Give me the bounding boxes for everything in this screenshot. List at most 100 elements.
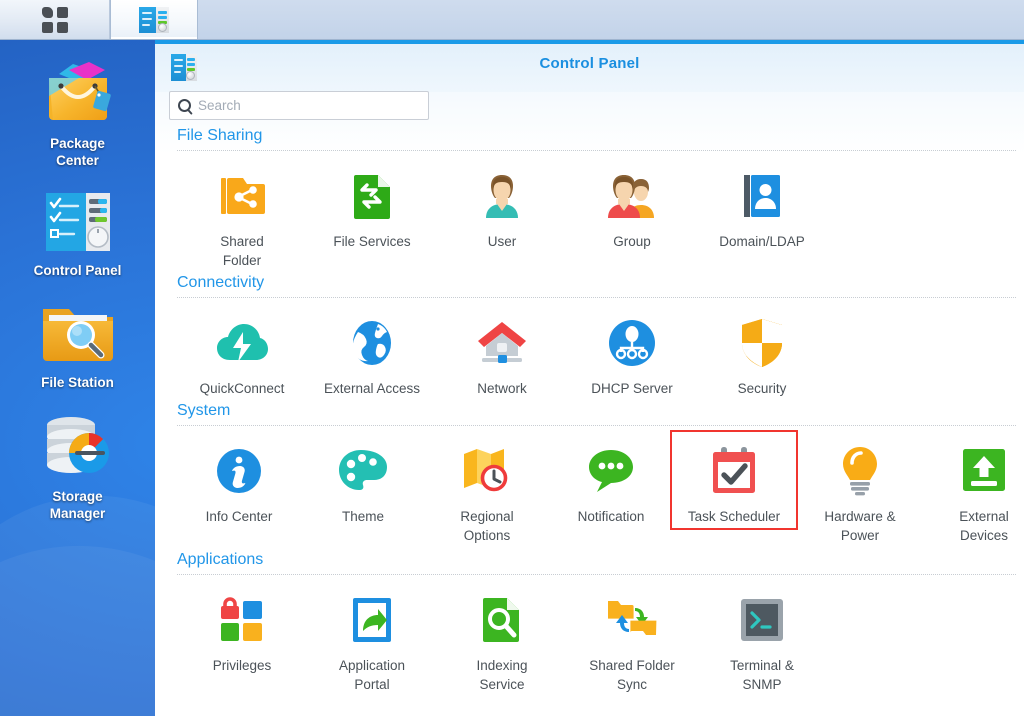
section-heading: System	[177, 402, 231, 419]
tile-dhcp-server[interactable]: DHCP Server	[567, 302, 697, 400]
shared-folder-sync-icon	[608, 601, 657, 635]
section-tile-row: Shared Folder File Services User Group D…	[177, 155, 1024, 272]
tile-label: Application Portal	[338, 658, 406, 692]
quickconnect-icon	[217, 324, 268, 362]
tile-label: User	[487, 234, 517, 249]
section-divider	[177, 150, 1016, 151]
search-container	[169, 91, 429, 120]
tile-terminal-snmp[interactable]: Terminal & SNMP	[697, 579, 827, 696]
control-panel-icon	[45, 193, 110, 251]
show-desktop-button[interactable]	[0, 0, 110, 39]
section-heading: Applications	[177, 551, 264, 568]
desktop-shortcut-package-center[interactable]: Package Center	[0, 40, 155, 169]
group-icon	[608, 175, 654, 218]
section-file-sharing: File Sharing Shared Folder File Services…	[177, 127, 1024, 272]
package-center-icon	[48, 62, 111, 120]
tile-application-portal[interactable]: Application Portal	[307, 579, 437, 696]
section-divider	[177, 425, 1016, 426]
tile-external-access[interactable]: External Access	[307, 302, 437, 400]
file-station-icon	[42, 309, 113, 361]
info-center-icon	[217, 449, 261, 493]
tile-label: QuickConnect	[199, 381, 285, 396]
application-portal-icon	[353, 598, 391, 642]
tile-indexing-service[interactable]: Indexing Service	[437, 579, 567, 696]
indexing-service-icon	[483, 598, 519, 642]
network-icon	[478, 322, 526, 363]
tile-label: External Access	[323, 381, 421, 396]
tile-info-center[interactable]: Info Center	[177, 430, 301, 528]
section-tile-row: QuickConnect External Access Network DHC…	[177, 302, 1024, 400]
section-connectivity: Connectivity QuickConnect External Acces…	[177, 274, 1024, 400]
search-icon	[178, 99, 191, 112]
section-tile-row: Privileges Application Portal Indexing S…	[177, 579, 1024, 696]
desktop-shortcut-control-panel[interactable]: Control Panel	[0, 169, 155, 279]
tile-label: Regional Options	[460, 509, 514, 543]
security-icon	[742, 319, 782, 367]
tile-label: Security	[737, 381, 787, 396]
shared-folder-icon	[221, 178, 265, 214]
tile-label: Hardware & Power	[824, 509, 896, 543]
tile-privileges[interactable]: Privileges	[177, 579, 307, 677]
desktop-shortcut-label: Package Center	[50, 136, 105, 168]
tile-label: Shared Folder Sync	[589, 658, 675, 692]
taskbar-empty-area	[198, 0, 1024, 39]
desktop-shortcut-storage-manager[interactable]: Storage Manager	[0, 391, 155, 522]
tile-label: Theme	[341, 509, 385, 524]
tile-network[interactable]: Network	[437, 302, 567, 400]
tile-label: Task Scheduler	[687, 509, 781, 524]
external-devices-icon	[963, 449, 1005, 491]
tile-external-devices[interactable]: External Devices	[922, 430, 1024, 547]
search-box[interactable]	[169, 91, 429, 120]
dhcp-server-icon	[609, 320, 655, 366]
control-panel-icon	[139, 6, 169, 33]
section-system: System Info Center Theme Regional Option…	[177, 402, 1024, 547]
task-scheduler-icon	[713, 447, 755, 493]
tile-regional-options[interactable]: Regional Options	[425, 430, 549, 547]
tile-task-scheduler[interactable]: Task Scheduler	[670, 430, 798, 530]
window-titlebar: Control Panel	[155, 44, 1024, 92]
tile-domain-ldap[interactable]: Domain/LDAP	[697, 155, 827, 253]
hardware-power-icon	[843, 447, 877, 496]
page-title: Control Panel	[539, 55, 640, 72]
section-divider	[177, 297, 1016, 298]
tile-label: Domain/LDAP	[719, 234, 805, 249]
tile-label: Info Center	[205, 509, 273, 524]
tile-label: Notification	[577, 509, 645, 524]
tile-user[interactable]: User	[437, 155, 567, 253]
external-access-icon	[352, 321, 391, 365]
tile-theme[interactable]: Theme	[301, 430, 425, 528]
tile-file-services[interactable]: File Services	[307, 155, 437, 253]
tile-hardware-power[interactable]: Hardware & Power	[798, 430, 922, 547]
control-panel-window: Control Panel File Sharing	[155, 40, 1024, 716]
tile-quickconnect[interactable]: QuickConnect	[177, 302, 307, 400]
user-icon	[486, 175, 518, 218]
tile-shared-folder[interactable]: Shared Folder	[177, 155, 307, 272]
tile-notification[interactable]: Notification	[549, 430, 673, 528]
desktop-shortcut-label: Storage Manager	[49, 489, 106, 521]
notification-icon	[589, 450, 633, 492]
tile-label: External Devices	[959, 509, 1009, 543]
tile-group[interactable]: Group	[567, 155, 697, 253]
tile-label: Shared Folder	[220, 234, 264, 268]
desktop-shortcuts-dock: Package Center Control Panel File Statio…	[0, 40, 155, 716]
tile-label: File Services	[333, 234, 411, 249]
four-squares-icon	[41, 6, 68, 33]
tile-label: Terminal & SNMP	[730, 658, 794, 692]
file-services-icon	[354, 175, 390, 219]
tile-label: DHCP Server	[591, 381, 673, 396]
section-divider	[177, 574, 1016, 575]
tile-security[interactable]: Security	[697, 302, 827, 400]
taskbar-item-control-panel[interactable]	[110, 0, 198, 39]
domain-ldap-icon	[744, 175, 780, 217]
tile-label: Network	[477, 381, 527, 396]
tile-label: Group	[613, 234, 651, 249]
section-applications: Applications Privileges Application Port…	[177, 551, 1024, 696]
control-panel-sections: File Sharing Shared Folder File Services…	[155, 127, 1024, 716]
tile-shared-folder-sync[interactable]: Shared Folder Sync	[567, 579, 697, 696]
search-input[interactable]	[191, 92, 428, 119]
tile-label: Privileges	[212, 658, 272, 673]
theme-icon	[339, 450, 387, 490]
section-heading: Connectivity	[177, 274, 265, 291]
desktop-shortcut-file-station[interactable]: File Station	[0, 279, 155, 391]
section-tile-row: Info Center Theme Regional Options Notif…	[177, 430, 1024, 547]
